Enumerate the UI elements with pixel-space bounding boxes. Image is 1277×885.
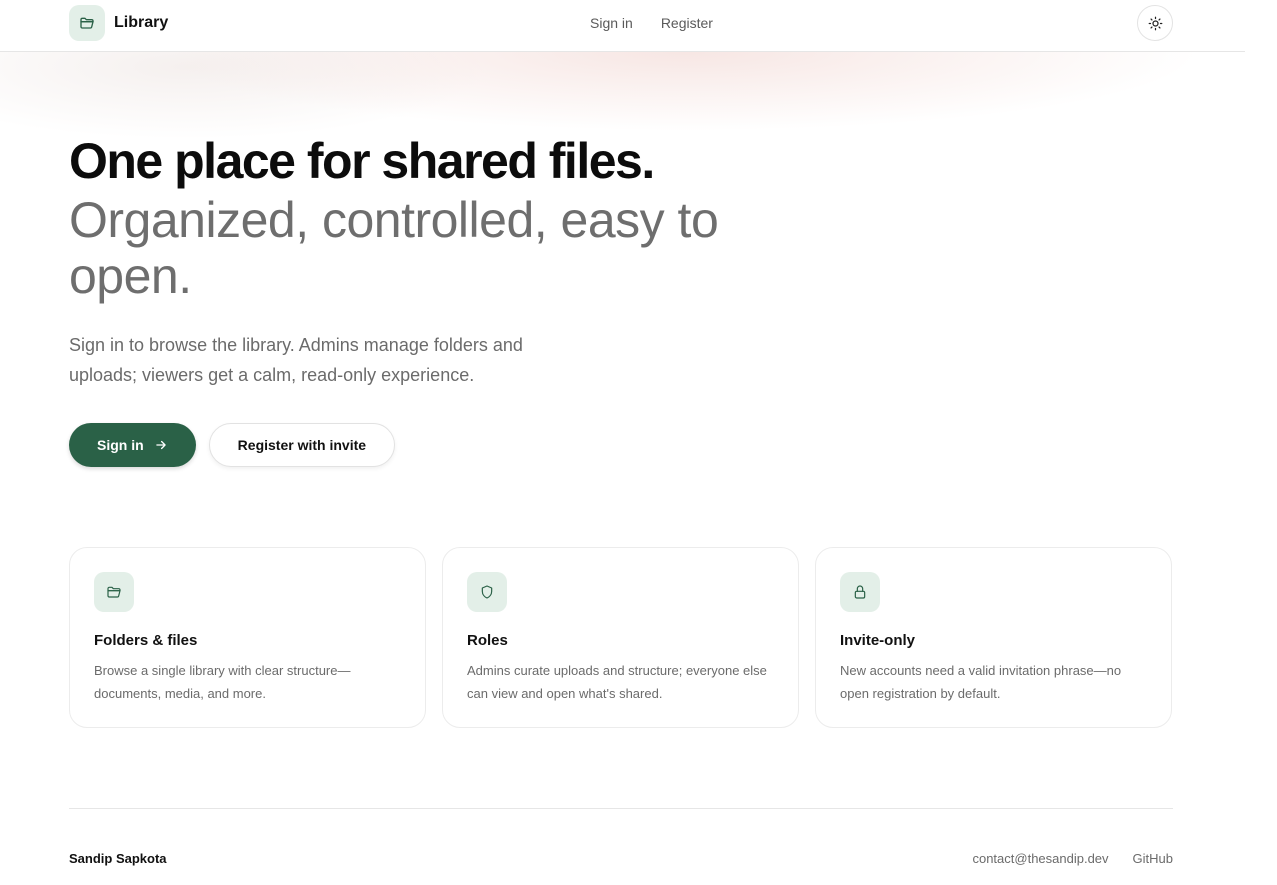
footer-links: contact@thesandip.dev GitHub	[959, 851, 1173, 866]
arrow-right-icon	[154, 438, 168, 452]
hero-title: One place for shared files.	[69, 133, 655, 189]
feature-description: Admins curate uploads and structure; eve…	[467, 663, 767, 701]
nav-sign-in-link[interactable]: Sign in	[590, 15, 633, 31]
nav-register-link[interactable]: Register	[661, 15, 713, 31]
footer-author: Sandip Sapkota	[69, 851, 167, 866]
feature-card-roles: Roles Admins curate uploads and structur…	[442, 547, 799, 728]
footer-github-link[interactable]: GitHub	[1133, 851, 1173, 866]
hero-subtitle: Organized, controlled, easy to open.	[69, 192, 719, 304]
hero-description: Sign in to browse the library. Admins ma…	[69, 335, 523, 385]
top-bar: Library Sign in Register	[0, 0, 1245, 52]
shield-icon	[467, 572, 507, 612]
feature-title: Folders & files	[94, 632, 198, 649]
register-button-label: Register with invite	[237, 437, 367, 453]
feature-description: New accounts need a valid invitation phr…	[840, 663, 1122, 701]
sign-in-button-label: Sign in	[97, 437, 144, 453]
feature-card-invite-only: Invite-only New accounts need a valid in…	[815, 547, 1172, 728]
folder-icon	[69, 5, 105, 41]
feature-title: Invite-only	[840, 632, 916, 649]
lock-icon	[840, 572, 880, 612]
theme-toggle-button[interactable]	[1137, 5, 1173, 41]
top-nav: Sign in Register	[590, 15, 713, 31]
feature-card-folders: Folders & files Browse a single library …	[69, 547, 426, 728]
footer-email-link[interactable]: contact@thesandip.dev	[972, 851, 1108, 866]
folder-icon	[94, 572, 134, 612]
feature-title: Roles	[467, 632, 508, 649]
brand-link[interactable]: Library	[69, 5, 168, 41]
sign-in-button[interactable]: Sign in	[69, 423, 196, 467]
feature-cards: Folders & files Browse a single library …	[69, 547, 1172, 728]
sun-icon	[1148, 16, 1163, 31]
footer-divider	[69, 808, 1173, 809]
brand-name: Library	[114, 14, 169, 31]
register-with-invite-button[interactable]: Register with invite	[208, 423, 396, 467]
cta-group: Sign in Register with invite	[69, 423, 396, 467]
feature-description: Browse a single library with clear struc…	[94, 663, 351, 701]
hero: One place for shared files. Organized, c…	[69, 130, 769, 390]
